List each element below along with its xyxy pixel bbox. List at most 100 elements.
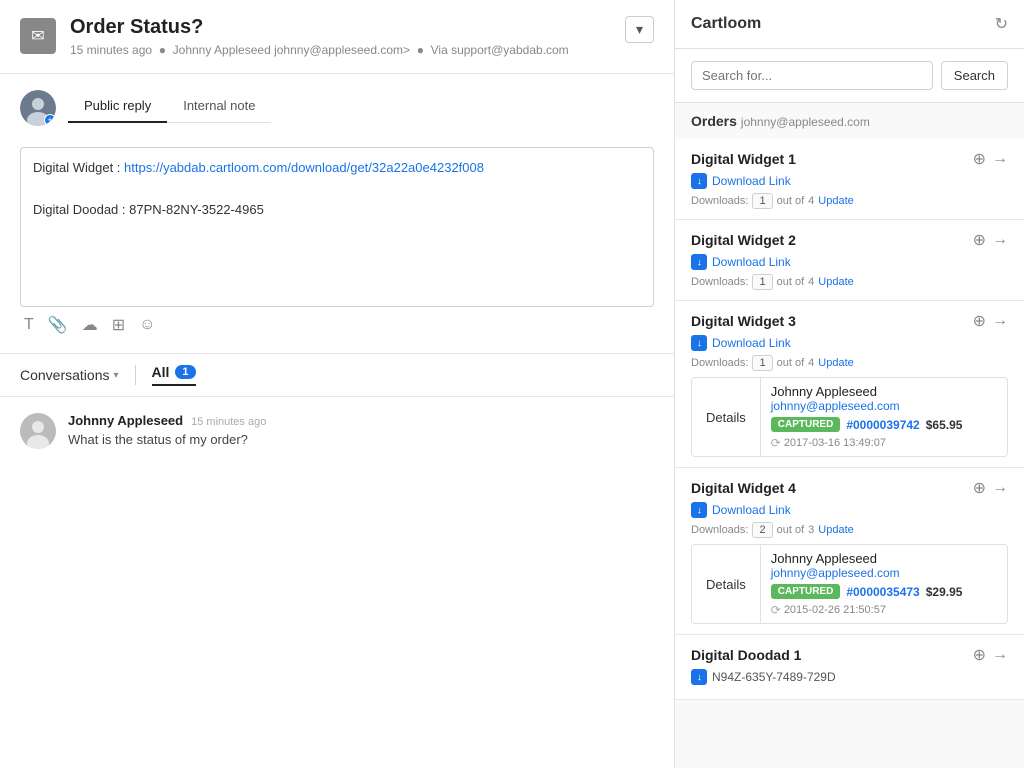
reply-line1: Digital Widget : https://yabdab.cartloom… (33, 158, 641, 179)
order-4-details-button[interactable]: Details (692, 545, 761, 623)
order-3-out-of: out of (777, 357, 805, 369)
order-card-3: Digital Widget 3 ⊕ → Download Link Downl… (675, 301, 1024, 468)
order-1-downloads-label: Downloads: (691, 195, 748, 207)
reply-tabs: Public reply Internal note (68, 90, 271, 135)
order-2-name: Digital Widget 2 (691, 232, 796, 248)
tab-internal-note[interactable]: Internal note (167, 90, 271, 123)
order-3-arrow-icon[interactable]: → (992, 312, 1008, 330)
email-meta: 15 minutes ago ● Johnny Appleseed johnny… (70, 43, 569, 57)
order-2-arrow-icon[interactable]: → (992, 231, 1008, 249)
order-3-name: Digital Widget 3 (691, 313, 796, 329)
order-3-actions: ⊕ → (973, 311, 1008, 331)
order-3-download-label: Download Link (712, 336, 791, 350)
toolbar-attachment-icon[interactable]: 📎 (48, 315, 68, 335)
toolbar-text-icon[interactable]: T (24, 316, 34, 334)
reply-line2: Digital Doodad : 87PN-82NY-3522-4965 (33, 200, 641, 221)
order-1-add-icon[interactable]: ⊕ (973, 149, 986, 169)
order-card-5: Digital Doodad 1 ⊕ → N94Z-635Y-7489-729D (675, 635, 1024, 700)
order-4-add-icon[interactable]: ⊕ (973, 478, 986, 498)
order-3-order-number[interactable]: #0000039742 (846, 418, 919, 432)
order-2-download-link[interactable]: Download Link (691, 254, 1008, 270)
refresh-icon[interactable]: ↻ (995, 14, 1008, 34)
order-4-detail-row: CAPTURED #0000035473 $29.95 (771, 582, 997, 601)
reply-line1-label: Digital Widget : (33, 160, 120, 175)
order-3-detail-block: Details Johnny Appleseed johnny@applesee… (691, 377, 1008, 457)
order-4-amount: $29.95 (926, 585, 963, 599)
order-3-update-link[interactable]: Update (818, 357, 853, 369)
order-3-max: 4 (808, 357, 814, 369)
order-card-4-header: Digital Widget 4 ⊕ → (691, 478, 1008, 498)
order-5-arrow-icon[interactable]: → (992, 646, 1008, 664)
order-2-out-of: out of (777, 276, 805, 288)
order-3-downloads-row: Downloads: 1 out of 4 Update (691, 355, 1008, 371)
order-4-max: 3 (808, 524, 814, 536)
order-4-detail-info: Johnny Appleseed johnny@appleseed.com CA… (761, 545, 1007, 623)
conversations-label: Conversations (20, 367, 110, 383)
order-3-downloads-label: Downloads: (691, 357, 748, 369)
reply-editor[interactable]: Digital Widget : https://yabdab.cartloom… (20, 147, 654, 307)
order-5-add-icon[interactable]: ⊕ (973, 645, 986, 665)
conversations-dropdown[interactable]: Conversations ▾ (20, 367, 119, 383)
tab-public-reply[interactable]: Public reply (68, 90, 167, 123)
order-3-date: 2017-03-16 13:49:07 (771, 436, 997, 450)
search-bar: Search (675, 49, 1024, 103)
order-card-4: Digital Widget 4 ⊕ → Download Link Downl… (675, 468, 1024, 635)
reply-toolbar: T 📎 ☁ ⊞ ☺ (20, 307, 654, 337)
order-2-add-icon[interactable]: ⊕ (973, 230, 986, 250)
order-1-arrow-icon[interactable]: → (992, 150, 1008, 168)
order-3-amount: $65.95 (926, 418, 963, 432)
order-1-download-link[interactable]: Download Link (691, 173, 1008, 189)
reply-line1-link[interactable]: https://yabdab.cartloom.com/download/get… (124, 160, 484, 175)
order-3-downloads-count: 1 (752, 355, 772, 371)
reply-line2-label: Digital Doodad : (33, 202, 126, 217)
order-card-1-header: Digital Widget 1 ⊕ → (691, 149, 1008, 169)
order-1-download-label: Download Link (712, 174, 791, 188)
order-4-arrow-icon[interactable]: → (992, 479, 1008, 497)
order-1-downloads-count: 1 (752, 193, 772, 209)
order-3-detail-email[interactable]: johnny@appleseed.com (771, 399, 997, 413)
email-time: 15 minutes ago (70, 43, 152, 57)
all-filter[interactable]: All 1 (152, 364, 196, 386)
orders-header: Ordersjohnny@appleseed.com (675, 103, 1024, 139)
toolbar-emoji-icon[interactable]: ☺ (139, 316, 155, 334)
order-1-name: Digital Widget 1 (691, 151, 796, 167)
order-4-detail-block: Details Johnny Appleseed johnny@applesee… (691, 544, 1008, 624)
right-panel: Cartloom ↻ Search Ordersjohnny@appleseed… (675, 0, 1024, 768)
download-icon-4 (691, 502, 707, 518)
order-2-downloads-label: Downloads: (691, 276, 748, 288)
order-4-out-of: out of (777, 524, 805, 536)
order-card-2-header: Digital Widget 2 ⊕ → (691, 230, 1008, 250)
order-4-downloads-label: Downloads: (691, 524, 748, 536)
download-icon-2 (691, 254, 707, 270)
order-2-actions: ⊕ → (973, 230, 1008, 250)
email-dropdown-button[interactable]: ▾ (625, 16, 654, 43)
search-button[interactable]: Search (941, 61, 1008, 90)
order-3-download-link[interactable]: Download Link (691, 335, 1008, 351)
user-avatar (20, 90, 56, 126)
order-card-2: Digital Widget 2 ⊕ → Download Link Downl… (675, 220, 1024, 301)
email-via: Via support@yabdab.com (431, 43, 569, 57)
order-1-update-link[interactable]: Update (818, 195, 853, 207)
app-name: Cartloom (691, 15, 761, 33)
conversations-separator (135, 365, 136, 385)
toolbar-table-icon[interactable]: ⊞ (112, 315, 125, 335)
order-5-name: Digital Doodad 1 (691, 647, 801, 663)
order-3-add-icon[interactable]: ⊕ (973, 311, 986, 331)
order-4-download-link[interactable]: Download Link (691, 502, 1008, 518)
order-4-download-label: Download Link (712, 503, 791, 517)
order-4-actions: ⊕ → (973, 478, 1008, 498)
email-title: Order Status? (70, 16, 569, 39)
search-input[interactable] (691, 61, 933, 90)
order-4-detail-email[interactable]: johnny@appleseed.com (771, 566, 997, 580)
order-4-name: Digital Widget 4 (691, 480, 796, 496)
conversations-count-badge: 1 (175, 365, 195, 379)
order-3-details-button[interactable]: Details (692, 378, 761, 456)
left-panel: ✉ Order Status? 15 minutes ago ● Johnny … (0, 0, 675, 768)
email-icon: ✉ (20, 18, 56, 54)
order-4-update-link[interactable]: Update (818, 524, 853, 536)
order-4-order-number[interactable]: #0000035473 (846, 585, 919, 599)
toolbar-cloud-icon[interactable]: ☁ (82, 315, 98, 335)
order-2-max: 4 (808, 276, 814, 288)
order-2-update-link[interactable]: Update (818, 276, 853, 288)
message-body: What is the status of my order? (68, 432, 654, 447)
